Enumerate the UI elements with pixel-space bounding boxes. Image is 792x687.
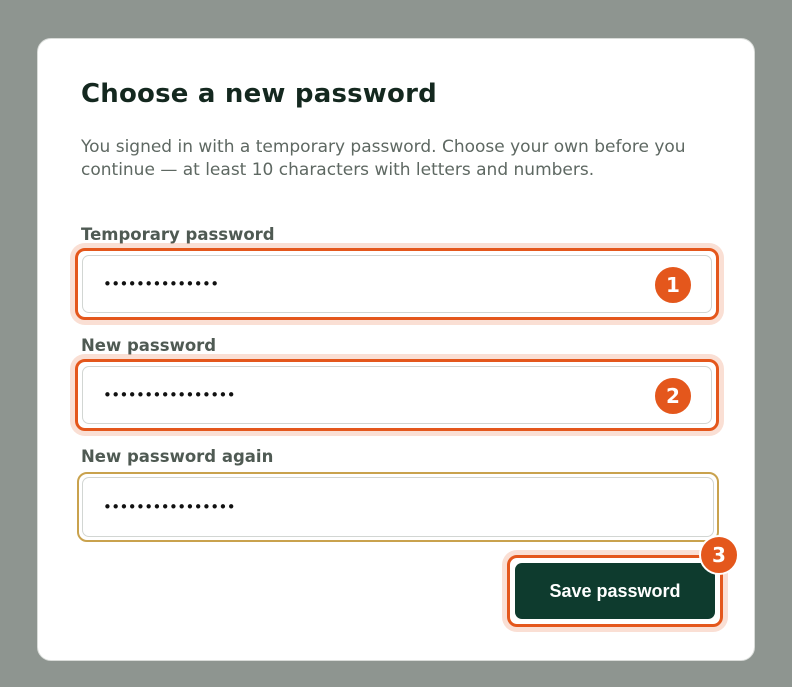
temporary-password-highlight: •••••••••••••• [75, 248, 719, 320]
confirm-password-input[interactable]: •••••••••••••••• [82, 477, 714, 537]
dialog-description: You signed in with a temporary password.… [81, 137, 686, 180]
temporary-password-value: •••••••••••••• [103, 275, 219, 293]
dialog-title: Choose a new password [81, 79, 437, 109]
step-badge-3: 3 [699, 535, 739, 575]
temporary-password-label: Temporary password [81, 225, 275, 244]
save-password-highlight: Save password [507, 555, 723, 627]
new-password-input[interactable]: •••••••••••••••• [82, 366, 712, 424]
new-password-highlight: •••••••••••••••• [75, 359, 719, 431]
step-badge-2: 2 [653, 376, 693, 416]
confirm-password-value: •••••••••••••••• [103, 498, 236, 516]
confirm-password-frame: •••••••••••••••• [77, 472, 719, 542]
new-password-value: •••••••••••••••• [103, 386, 236, 404]
new-password-label: New password [81, 336, 217, 355]
step-badge-1: 1 [653, 265, 693, 305]
temporary-password-input[interactable]: •••••••••••••• [82, 255, 712, 313]
confirm-password-label: New password again [81, 447, 274, 466]
password-dialog: Choose a new password You signed in with… [37, 38, 755, 661]
save-password-button[interactable]: Save password [515, 563, 715, 619]
